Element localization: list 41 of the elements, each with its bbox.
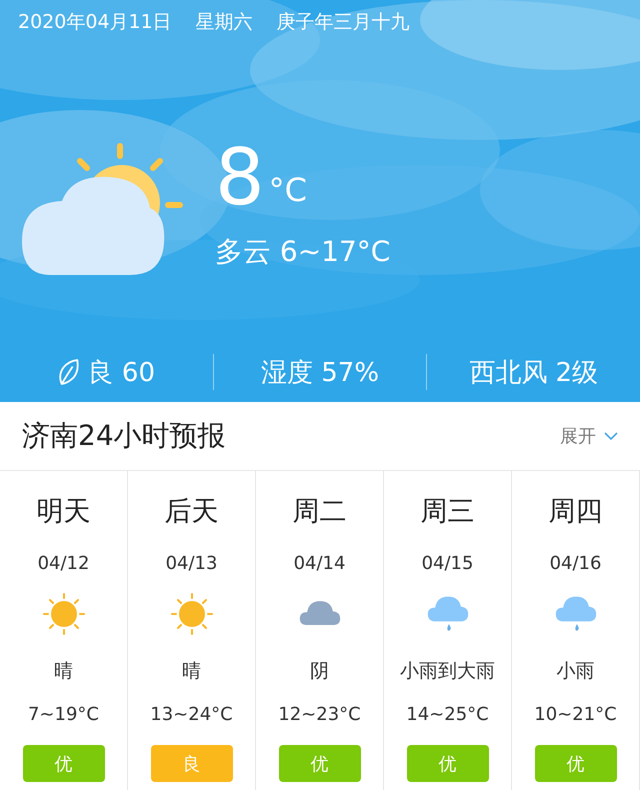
air-quality-badge: 优 [278,745,360,782]
air-quality-badge: 优 [406,745,488,782]
weekday-text: 星期六 [196,10,253,35]
day-date-text: 04/12 [38,553,90,574]
unit-text: °C [268,171,307,209]
day-name-text: 周四 [548,495,602,529]
condition-text: 晴 [54,659,73,684]
stat-text: 湿度 57% [260,356,380,390]
sun-behind-cloud-icon [20,141,185,277]
condition-text: 小雨到大雨 [400,659,495,684]
temperature-text: 8 [215,137,265,219]
air-quality-badge: 优 [22,745,104,782]
forecast-title: 济南24小时预报 [22,418,226,454]
temperature-range-text: 14~25°C [406,704,489,725]
date-text: 2020年04月11日 [18,10,172,35]
sun-icon [42,592,86,636]
day-name-text: 明天 [36,495,90,529]
condition-text: 晴 [182,659,201,684]
air-quality-badge: 良 [150,745,232,782]
stat-text: 良 60 [88,356,156,390]
expand-button[interactable]: 展开 [560,424,618,448]
temperature-range-text: 13~24°C [150,704,233,725]
condition-text: 阴 [310,659,329,684]
day-date-text: 04/13 [166,553,218,574]
chevron-down-icon [604,432,618,440]
condition-text: 小雨 [556,659,594,684]
temperature-range-text: 12~23°C [278,704,361,725]
day-name-text: 周二 [292,495,346,529]
day-name-text: 后天 [164,495,218,529]
sun-icon [170,592,214,636]
air-quality-badge: 优 [534,745,616,782]
weather-summary-text: 多云 6~17°C [215,234,390,270]
day-date-text: 04/14 [294,553,346,574]
leaf-icon [58,358,80,386]
temperature-range-text: 10~21°C [534,704,617,725]
day-name-text: 周三 [420,495,474,529]
stat-text: 西北风 2级 [469,356,598,390]
day-date-text: 04/16 [550,553,602,574]
day-date-text: 04/15 [422,553,474,574]
lunar-date-text: 庚子年三月十九 [276,10,410,35]
temperature-range-text: 7~19°C [28,704,99,725]
